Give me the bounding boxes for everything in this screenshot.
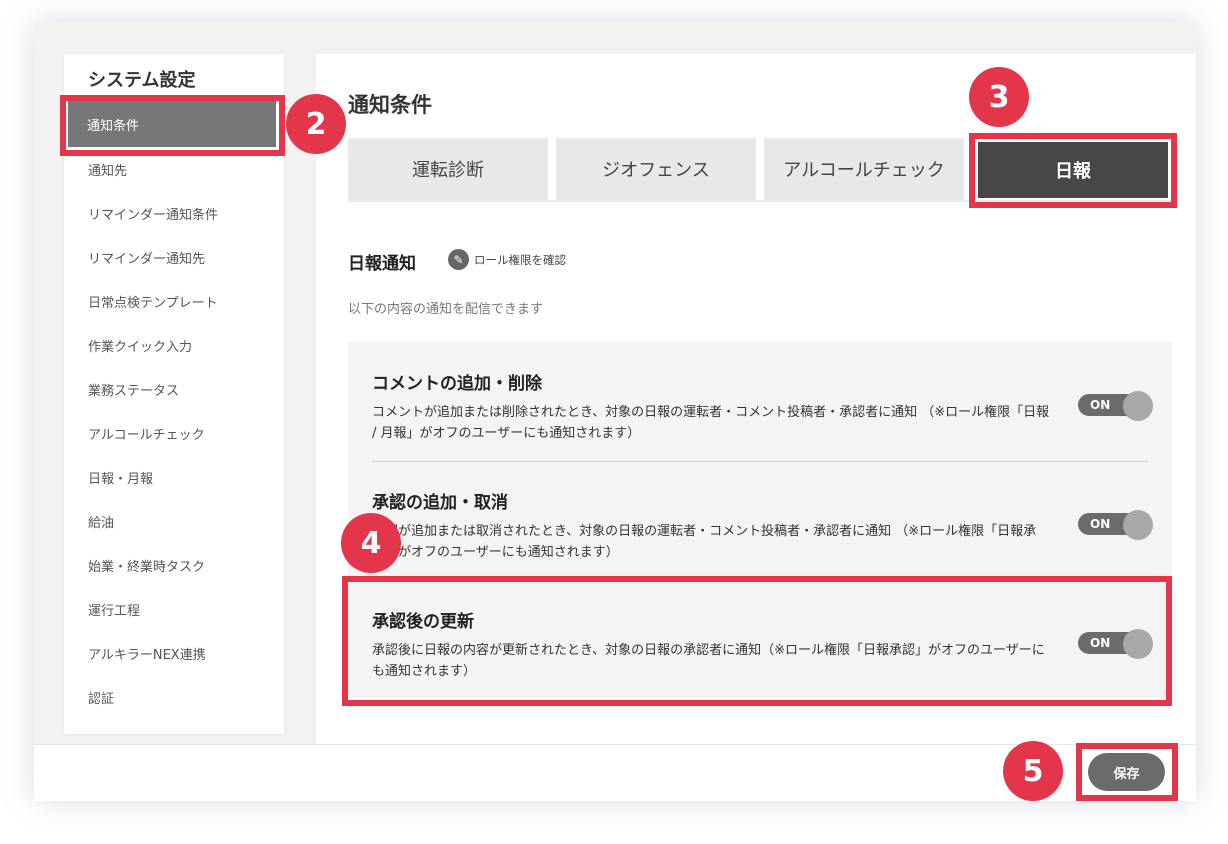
step-badge-3: 3 bbox=[969, 67, 1029, 127]
sidebar-item-notification-recipients[interactable]: 通知先 bbox=[88, 160, 127, 179]
section-title: 日報通知 bbox=[348, 254, 416, 274]
sidebar-item-alcohol-check[interactable]: アルコールチェック bbox=[88, 424, 205, 443]
highlight-box-3 bbox=[969, 133, 1177, 208]
sidebar-item-work-quick-input[interactable]: 作業クイック入力 bbox=[88, 336, 192, 355]
step-badge-4: 4 bbox=[341, 513, 401, 573]
tab-driving-diagnosis[interactable]: 運転診断 bbox=[348, 138, 548, 202]
step-badge-5: 5 bbox=[1003, 741, 1063, 801]
settings-sidebar: システム設定 通知先 リマインダー通知条件 リマインダー通知先 日常点検テンプレ… bbox=[64, 54, 284, 734]
sidebar-item-operation-process[interactable]: 運行工程 bbox=[88, 600, 140, 619]
highlight-box-5 bbox=[1076, 743, 1178, 801]
sidebar-item-start-end-tasks[interactable]: 始業・終業時タスク bbox=[88, 556, 205, 575]
item-body-comment: コメントが追加または削除されたとき、対象の日報の運転者・コメント投稿者・承認者に… bbox=[372, 405, 1050, 441]
role-permission-link[interactable]: ✎ ロール権限を確認 bbox=[448, 249, 566, 270]
section-description: 以下の内容の通知を配信できます bbox=[348, 302, 544, 317]
toggle-knob bbox=[1123, 510, 1153, 540]
tab-alcohol-check[interactable]: アルコールチェック bbox=[764, 138, 964, 202]
sidebar-item-alkiller-nex[interactable]: アルキラーNEX連携 bbox=[88, 644, 206, 663]
toggle-approval[interactable]: ON bbox=[1078, 510, 1154, 540]
toggle-label: ON bbox=[1090, 517, 1111, 531]
sidebar-item-reminder-recipients[interactable]: リマインダー通知先 bbox=[88, 248, 205, 267]
toggle-knob bbox=[1123, 391, 1153, 421]
item-divider bbox=[372, 461, 1148, 462]
sidebar-item-refueling[interactable]: 給油 bbox=[88, 512, 114, 531]
sidebar-item-work-status[interactable]: 業務ステータス bbox=[88, 380, 179, 399]
highlight-box-4 bbox=[342, 576, 1172, 706]
role-link-label: ロール権限を確認 bbox=[474, 252, 566, 267]
step-badge-2: 2 bbox=[286, 94, 346, 154]
item-title-approval: 承認の追加・取消 bbox=[372, 493, 508, 513]
sidebar-item-daily-monthly-report[interactable]: 日報・月報 bbox=[88, 468, 153, 487]
pencil-icon: ✎ bbox=[448, 249, 469, 270]
sidebar-title: システム設定 bbox=[88, 70, 196, 91]
item-body-approval: 承認が追加または取消されたとき、対象の日報の運転者・コメント投稿者・承認者に通知… bbox=[372, 524, 1037, 560]
item-title-comment: コメントの追加・削除 bbox=[372, 374, 542, 394]
toggle-label: ON bbox=[1090, 398, 1111, 412]
sidebar-item-daily-inspection-template[interactable]: 日常点検テンプレート bbox=[88, 292, 218, 311]
sidebar-item-reminder-conditions[interactable]: リマインダー通知条件 bbox=[88, 204, 218, 223]
highlight-box-2 bbox=[60, 95, 285, 156]
sidebar-item-authentication[interactable]: 認証 bbox=[88, 688, 114, 707]
toggle-comment[interactable]: ON bbox=[1078, 391, 1154, 421]
tab-geofence[interactable]: ジオフェンス bbox=[556, 138, 756, 202]
page-title: 通知条件 bbox=[348, 93, 432, 117]
